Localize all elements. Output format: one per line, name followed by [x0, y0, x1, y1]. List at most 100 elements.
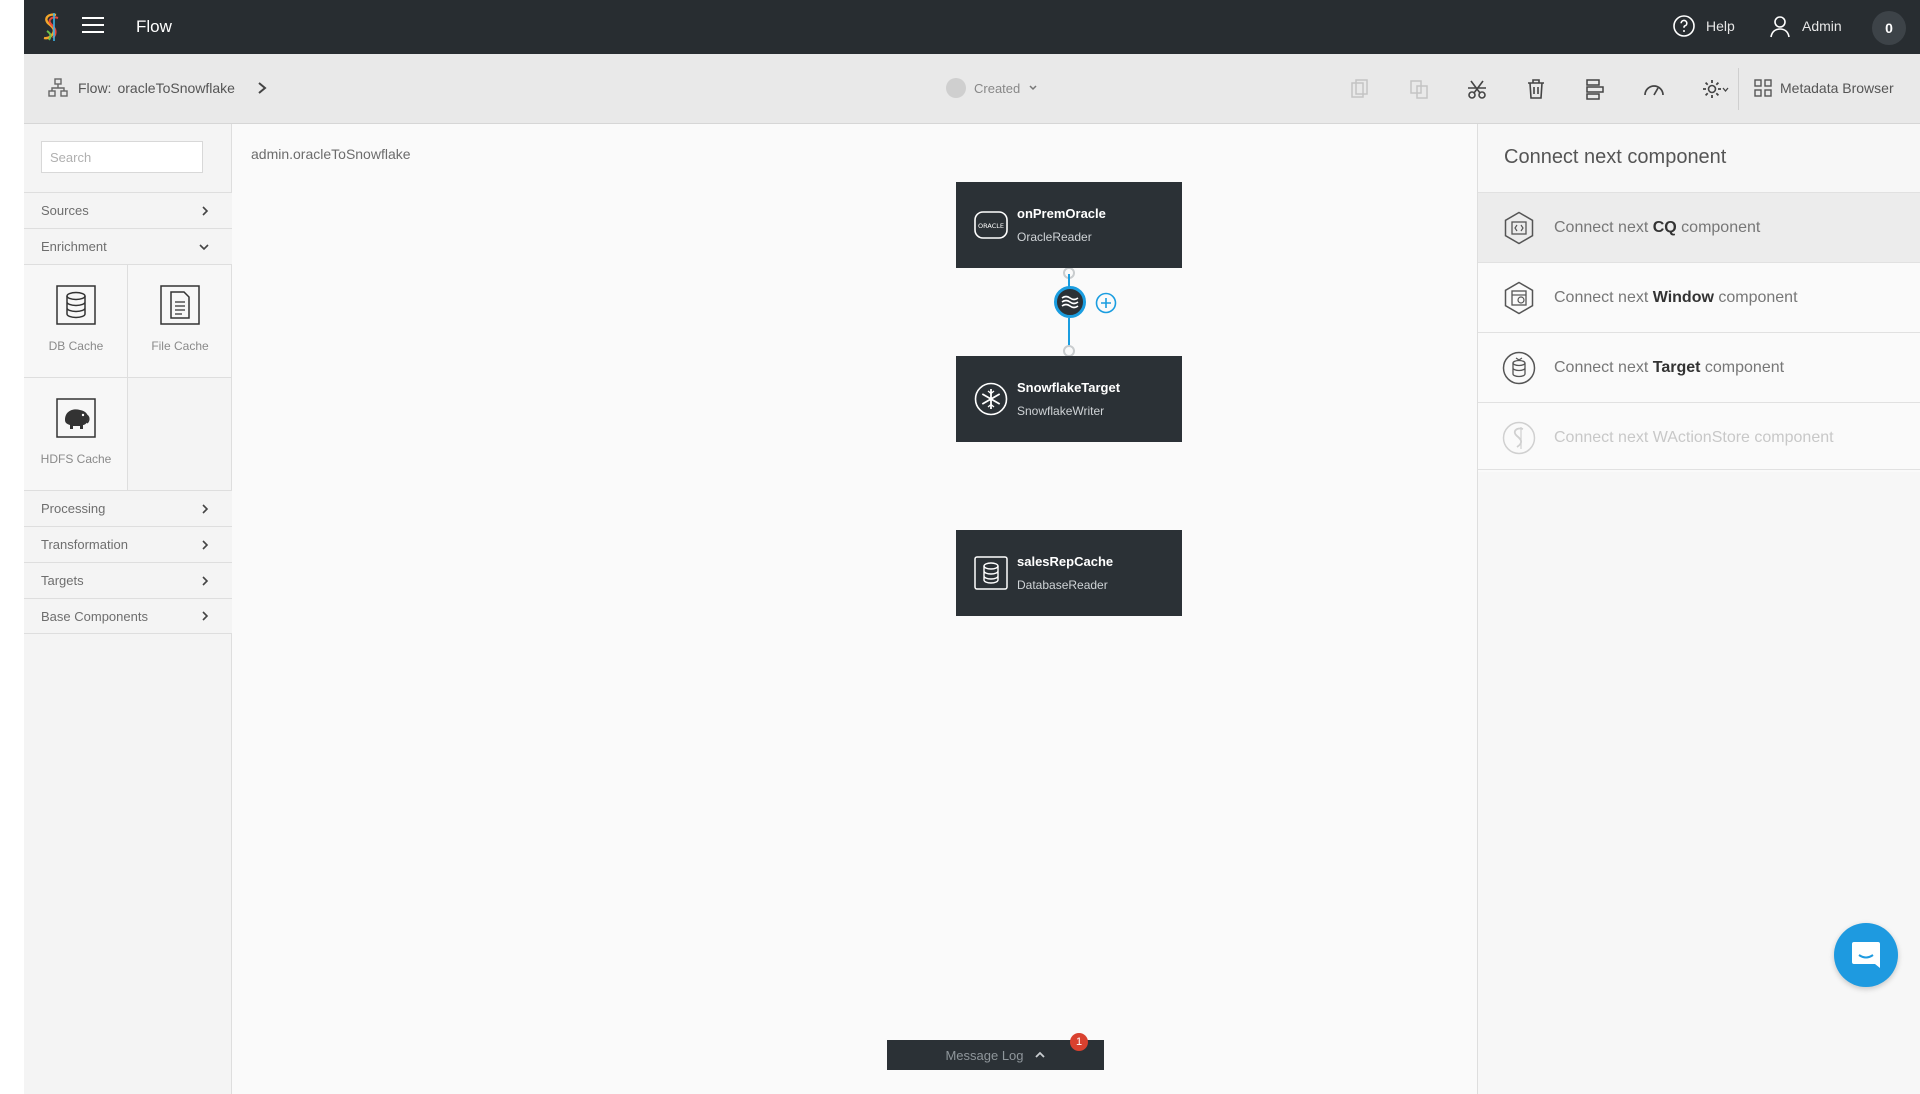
paste-icon[interactable] — [1408, 78, 1430, 100]
message-count-badge: 1 — [1070, 1033, 1088, 1051]
stream-waves-icon — [1061, 295, 1079, 309]
connect-target-button[interactable]: Connect next Target component — [1478, 332, 1920, 402]
palette-search-input[interactable] — [41, 141, 203, 173]
svg-text:ORACLE: ORACLE — [978, 222, 1004, 230]
panel-title: Connect next component — [1504, 146, 1727, 168]
label-suffix: component — [1700, 358, 1785, 376]
category-label: Transformation — [41, 537, 128, 552]
stream-node[interactable] — [1054, 286, 1086, 318]
hadoop-elephant-icon — [56, 398, 96, 438]
category-transformation[interactable]: Transformation — [24, 526, 232, 562]
connect-wactionstore-label: Connect next WActionStore component — [1554, 428, 1834, 446]
category-base-components[interactable]: Base Components — [24, 598, 232, 634]
chevron-right-icon — [202, 205, 209, 216]
enrichment-tiles: DB Cache File Cache HDFS Cache — [24, 264, 232, 491]
category-targets[interactable]: Targets — [24, 562, 232, 598]
chevron-up-icon — [1034, 1051, 1045, 1058]
copy-icon[interactable] — [1349, 78, 1371, 100]
component-palette: Sources Enrichment DB Cache File Cache H… — [24, 124, 232, 1094]
connect-window-button[interactable]: Connect next Window component — [1478, 262, 1920, 332]
category-sources[interactable]: Sources — [24, 192, 232, 228]
message-log-label: Message Log — [945, 1047, 1024, 1063]
chevron-down-icon — [1029, 85, 1037, 91]
app-title: Flow — [136, 17, 172, 36]
chevron-right-icon[interactable] — [255, 81, 269, 95]
target-icon — [1502, 351, 1536, 384]
waction-store-icon — [1502, 421, 1536, 454]
file-icon — [160, 285, 200, 325]
label-prefix: Connect next — [1554, 358, 1653, 376]
layout-icon[interactable] — [1584, 78, 1606, 100]
connect-cq-label: Connect next CQ component — [1554, 219, 1760, 237]
connection-line — [1068, 318, 1070, 346]
chevron-down-icon — [199, 243, 209, 250]
help-label: Help — [1706, 18, 1735, 34]
label-prefix: Connect next — [1554, 218, 1653, 236]
help-icon — [1673, 15, 1695, 37]
connect-cq-button[interactable]: Connect next CQ component — [1478, 192, 1920, 262]
tile-label: HDFS Cache — [40, 452, 112, 466]
label-bold: Window — [1652, 288, 1714, 306]
label-suffix: component — [1676, 218, 1761, 236]
node-type: OracleReader — [1017, 230, 1092, 244]
user-menu-button[interactable]: Admin — [1768, 14, 1842, 38]
settings-icon[interactable] — [1701, 78, 1729, 100]
connect-wactionstore-button: Connect next WActionStore component — [1478, 402, 1920, 472]
category-processing[interactable]: Processing — [24, 490, 232, 526]
node-name: onPremOracle — [1017, 206, 1106, 221]
oracle-icon: ORACLE — [974, 211, 1008, 239]
main-menu-icon[interactable] — [82, 17, 104, 35]
add-component-icon[interactable] — [1095, 292, 1117, 314]
label-suffix: component — [1713, 288, 1798, 306]
flow-graph-icon — [48, 78, 68, 97]
chat-support-button[interactable] — [1834, 923, 1898, 987]
monitor-gauge-icon[interactable] — [1643, 78, 1665, 100]
category-label: Sources — [41, 203, 89, 218]
category-label: Enrichment — [41, 239, 107, 254]
tile-label: DB Cache — [48, 339, 104, 353]
flow-namespace: admin.oracleToSnowflake — [251, 146, 411, 162]
window-icon — [1504, 281, 1534, 314]
category-enrichment[interactable]: Enrichment — [24, 228, 232, 264]
panel-divider — [1478, 469, 1920, 470]
flow-canvas[interactable]: admin.oracleToSnowflake ORACLE onPremOra… — [233, 124, 1477, 1094]
connect-target-label: Connect next Target component — [1554, 359, 1784, 377]
toolbar-divider — [1738, 68, 1739, 110]
flow-node-salesrepcache[interactable]: salesRepCache DatabaseReader — [956, 530, 1182, 616]
user-name: Admin — [1802, 18, 1842, 34]
palette-item-hdfs-cache[interactable]: HDFS Cache — [24, 378, 128, 491]
status-indicator — [946, 78, 966, 98]
flow-status: Created — [974, 80, 1021, 96]
label-bold: Target — [1652, 358, 1701, 376]
snowflake-icon — [974, 382, 1008, 416]
palette-item-file-cache[interactable]: File Cache — [128, 265, 232, 378]
striim-logo-icon[interactable] — [40, 11, 62, 43]
flow-node-snowflaketarget[interactable]: SnowflakeTarget SnowflakeWriter — [956, 356, 1182, 442]
node-name: SnowflakeTarget — [1017, 380, 1121, 395]
cq-icon — [1504, 211, 1534, 244]
chat-icon — [1852, 942, 1880, 968]
help-button[interactable]: Help — [1672, 14, 1735, 38]
flow-node-onpremoracle[interactable]: ORACLE onPremOracle OracleReader — [956, 182, 1182, 268]
chevron-right-icon — [202, 539, 209, 550]
delete-icon[interactable] — [1525, 78, 1547, 100]
flow-prefix: Flow: — [78, 80, 112, 96]
palette-item-db-cache[interactable]: DB Cache — [24, 265, 128, 378]
node-type: SnowflakeWriter — [1017, 404, 1105, 418]
metadata-browser-button[interactable]: Metadata Browser — [1754, 79, 1894, 97]
node-type: DatabaseReader — [1017, 578, 1108, 592]
label-prefix: Connect next — [1554, 288, 1653, 306]
cut-icon[interactable] — [1466, 78, 1488, 100]
node-name: salesRepCache — [1017, 554, 1114, 569]
chevron-right-icon — [202, 611, 209, 621]
palette-empty-slot — [128, 378, 232, 491]
flow-status-dropdown[interactable]: Created — [946, 78, 1038, 98]
category-label: Processing — [41, 501, 106, 516]
flow-toolbar: Flow: oracleToSnowflake Created Metadata… — [24, 54, 1920, 124]
top-bar: Flow Help Admin 0 — [24, 0, 1920, 54]
notification-badge[interactable]: 0 — [1872, 11, 1906, 45]
breadcrumb[interactable]: Flow: oracleToSnowflake — [48, 78, 269, 98]
database-icon — [974, 556, 1008, 590]
flow-name: oracleToSnowflake — [117, 80, 235, 96]
connect-window-label: Connect next Window component — [1554, 289, 1798, 307]
